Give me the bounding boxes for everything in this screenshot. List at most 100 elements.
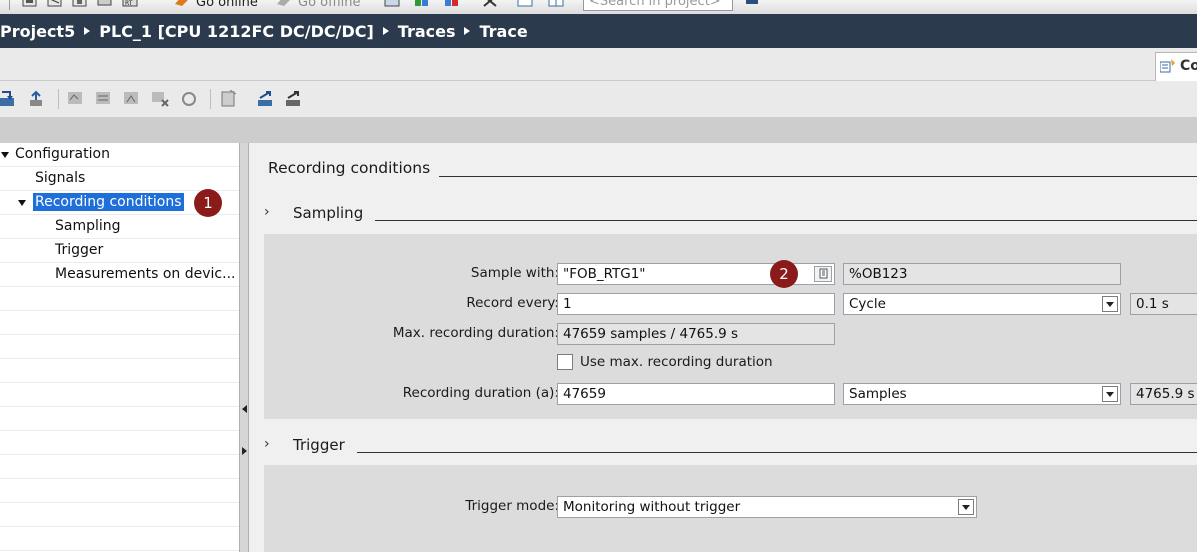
- record-every-time: 0.1 s: [1130, 293, 1197, 315]
- tree-item-measurements-label: Measurements on devic...: [55, 266, 236, 282]
- load-from-device-icon[interactable]: [28, 90, 48, 108]
- tree-empty-row: [0, 335, 239, 359]
- annotation-marker-2: 2: [770, 260, 798, 288]
- tree-item-signals[interactable]: Signals: [0, 167, 239, 191]
- tree-item-sampling-label: Sampling: [55, 218, 121, 234]
- stop-cpu-icon[interactable]: [444, 0, 460, 10]
- split-vertical-icon[interactable]: [548, 0, 564, 10]
- tree-empty-row: [0, 287, 239, 311]
- breadcrumb-traces[interactable]: Traces: [398, 22, 456, 41]
- record-every-input[interactable]: 1: [557, 293, 835, 315]
- trace-toolbar: [0, 81, 1197, 117]
- use-max-duration-label[interactable]: Use max. recording duration: [580, 354, 773, 370]
- save-measurement-icon[interactable]: [220, 90, 240, 108]
- transfer-to-device-icon[interactable]: [0, 90, 20, 108]
- go-offline-icon[interactable]: [276, 0, 292, 10]
- breadcrumb: Project5 PLC_1 [CPU 1212FC DC/DC/DC] Tra…: [0, 14, 1197, 48]
- editor-tab-row: Co: [0, 48, 1197, 81]
- breadcrumb-project[interactable]: Project5: [0, 22, 75, 41]
- max-duration-label: Max. recording duration:: [392, 325, 559, 341]
- breadcrumb-plc[interactable]: PLC_1 [CPU 1212FC DC/DC/DC]: [99, 22, 374, 41]
- breadcrumb-separator-icon: [382, 27, 389, 35]
- record-every-unit-select[interactable]: Cycle: [843, 293, 1121, 315]
- trigger-divider: [357, 452, 1197, 453]
- export-icon[interactable]: [256, 90, 276, 108]
- tree-item-trigger[interactable]: Trigger: [0, 239, 239, 263]
- breadcrumb-trace[interactable]: Trace: [479, 22, 527, 41]
- tree-item-configuration[interactable]: Configuration: [0, 143, 239, 167]
- breadcrumb-separator-icon: [84, 27, 91, 35]
- tree-empty-row: [0, 503, 239, 527]
- go-online-button[interactable]: Go online: [196, 0, 258, 10]
- tree-item-recording-conditions-label: Recording conditions: [33, 193, 184, 211]
- accessible-devices-icon[interactable]: [384, 0, 400, 10]
- sample-with-label: Sample with:: [470, 265, 559, 281]
- tree-empty-row: [0, 479, 239, 503]
- stop-recording-icon[interactable]: [94, 90, 114, 108]
- navigation-tree: Configuration Signals Recording conditio…: [0, 143, 239, 552]
- sampling-divider: [375, 220, 1197, 221]
- tree-item-configuration-label: Configuration: [15, 146, 110, 162]
- recording-duration-time: 4765.9 s: [1130, 383, 1197, 405]
- browse-icon[interactable]: [814, 266, 832, 282]
- simulation-icon[interactable]: RT: [122, 0, 138, 10]
- compile-icon[interactable]: [47, 0, 63, 10]
- tree-empty-row: [0, 359, 239, 383]
- main-toolbar: RT Go online Go offline <Search in proje…: [0, 0, 1197, 14]
- tree-empty-row: [0, 407, 239, 431]
- tree-empty-row: [0, 527, 239, 551]
- tree-item-sampling[interactable]: Sampling: [0, 215, 239, 239]
- start-recording-icon[interactable]: [66, 90, 86, 108]
- heading-divider: [439, 176, 1197, 177]
- annotation-marker-1: 1: [194, 189, 222, 217]
- tree-empty-row: [0, 311, 239, 335]
- import-icon[interactable]: [284, 90, 304, 108]
- recording-duration-label: Recording duration (a):: [402, 385, 559, 401]
- delete-trace-icon[interactable]: [122, 90, 142, 108]
- tree-empty-row: [0, 383, 239, 407]
- recording-duration-unit-select[interactable]: Samples: [843, 383, 1121, 405]
- download-icon[interactable]: [22, 0, 38, 10]
- recording-duration-input[interactable]: 47659: [557, 383, 835, 405]
- upload-icon[interactable]: [72, 0, 88, 10]
- trigger-section-title[interactable]: Trigger: [293, 436, 345, 454]
- search-in-project-input[interactable]: <Search in project>: [583, 0, 733, 11]
- svg-text:RT: RT: [125, 0, 133, 7]
- chevron-down-icon[interactable]: [1102, 296, 1118, 312]
- toolbar-separator: [210, 89, 211, 109]
- separator-icon: [9, 0, 10, 10]
- remove-trace-icon[interactable]: [150, 90, 170, 108]
- chevron-down-icon[interactable]: [1102, 386, 1118, 402]
- tree-item-trigger-label: Trigger: [55, 242, 104, 258]
- recording-conditions-page: Recording conditions › Sampling Sample w…: [249, 143, 1197, 552]
- panel-splitter[interactable]: [239, 143, 249, 552]
- device-icon[interactable]: [97, 0, 113, 10]
- split-horizontal-icon[interactable]: [517, 0, 533, 10]
- sampling-panel: Sample with: "FOB_RTG1" 2 %OB123 Record …: [264, 234, 1197, 419]
- max-duration-value: 47659 samples / 4765.9 s: [557, 323, 835, 345]
- monitor-icon[interactable]: [414, 0, 430, 10]
- tree-item-measurements[interactable]: Measurements on devic...: [0, 263, 239, 287]
- search-go-icon[interactable]: [744, 0, 760, 10]
- record-every-unit-value: Cycle: [849, 296, 886, 312]
- trigger-chevron-icon[interactable]: ›: [264, 436, 270, 452]
- sampling-chevron-icon[interactable]: ›: [264, 204, 270, 220]
- trigger-mode-select[interactable]: Monitoring without trigger: [557, 496, 977, 518]
- page-title: Recording conditions: [268, 159, 431, 177]
- expand-right-icon[interactable]: [242, 447, 247, 455]
- collapse-arrow-icon[interactable]: [1, 152, 9, 158]
- chevron-down-icon[interactable]: [958, 499, 974, 515]
- tab-configuration-label: Co: [1180, 58, 1197, 74]
- tree-empty-row: [0, 455, 239, 479]
- tree-item-recording-conditions[interactable]: Recording conditions 1: [0, 189, 239, 217]
- tab-configuration[interactable]: Co: [1155, 52, 1197, 81]
- use-max-duration-checkbox[interactable]: [557, 354, 573, 370]
- configuration-icon: [1160, 59, 1175, 73]
- sampling-section-title[interactable]: Sampling: [293, 204, 363, 222]
- collapse-arrow-icon[interactable]: [18, 200, 26, 206]
- collapse-left-icon[interactable]: [242, 405, 247, 413]
- go-online-icon[interactable]: [174, 0, 190, 10]
- refresh-icon[interactable]: [180, 90, 200, 108]
- go-offline-button[interactable]: Go offline: [298, 0, 361, 10]
- cross-reference-icon[interactable]: [482, 0, 498, 10]
